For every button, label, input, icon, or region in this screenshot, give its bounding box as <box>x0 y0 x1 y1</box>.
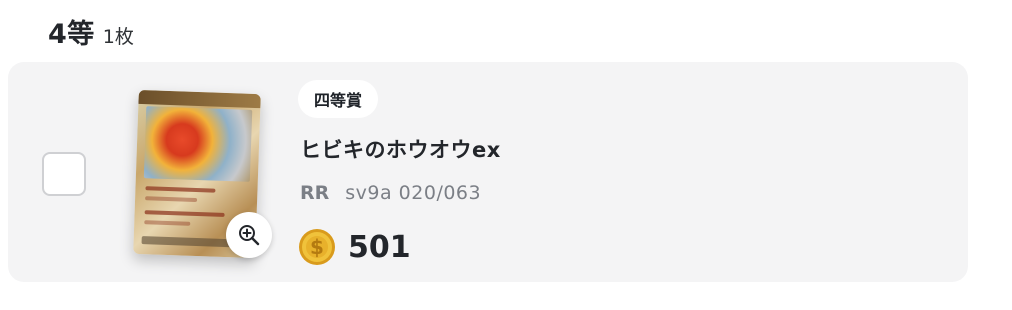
card-set-code: sv9a 020/063 <box>345 182 482 204</box>
card-price: $ 501 <box>298 228 411 266</box>
rank-count: 1枚 <box>102 26 134 48</box>
rank-title: 4等 <box>48 19 95 50</box>
card-name: ヒビキのホウオウex <box>300 138 501 162</box>
card-meta: RR sv9a 020/063 <box>300 182 481 204</box>
price-value: 501 <box>348 229 411 265</box>
select-checkbox[interactable] <box>42 152 86 196</box>
prize-badge: 四等賞 <box>298 80 379 118</box>
card-list-item[interactable]: 四等賞 ヒビキのホウオウex RR sv9a 020/063 $ 501 <box>8 62 968 282</box>
card-rarity: RR <box>300 182 330 204</box>
zoom-in-button[interactable] <box>226 212 272 258</box>
svg-text:$: $ <box>310 235 324 259</box>
zoom-in-icon <box>239 225 260 246</box>
coin-icon: $ <box>299 229 335 265</box>
section-header: 4等 1枚 <box>48 12 134 51</box>
